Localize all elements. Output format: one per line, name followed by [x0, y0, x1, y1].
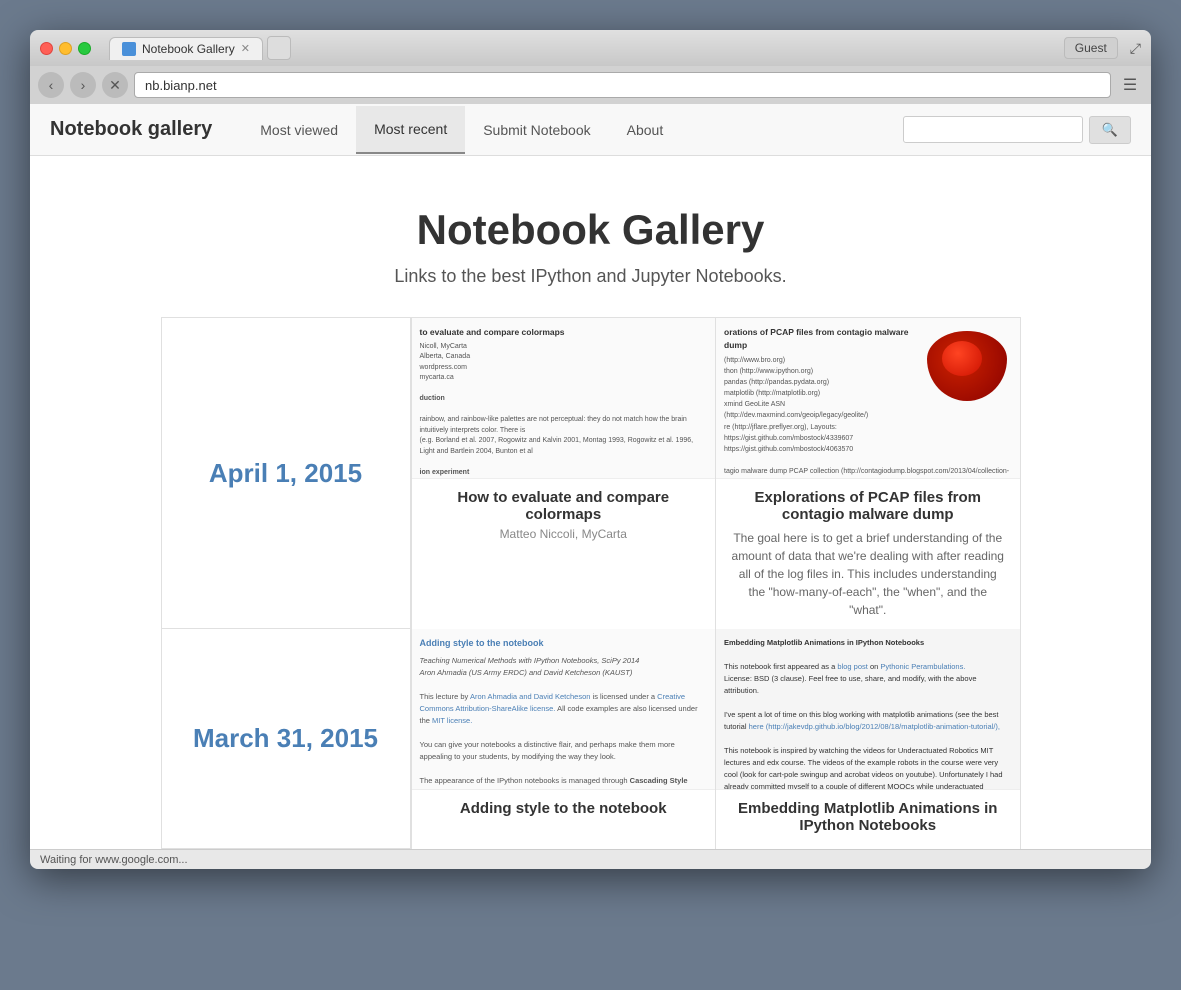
- maximize-button[interactable]: [78, 42, 91, 55]
- nav-most-recent[interactable]: Most recent: [356, 106, 465, 154]
- notebook-style-footer: Adding style to the notebook: [412, 789, 716, 831]
- nav-most-viewed[interactable]: Most viewed: [242, 107, 356, 153]
- date-cell-march: March 31, 2015: [161, 629, 411, 849]
- colormap-author: Matteo Niccoli, MyCarta: [426, 527, 702, 541]
- animations-title: Embedding Matplotlib Animations in IPyth…: [730, 800, 1006, 834]
- colormap-preview-text: Nicoll, MyCarta Alberta, Canada wordpres…: [420, 342, 708, 478]
- menu-icon[interactable]: ☰: [1117, 72, 1143, 98]
- hero-title: Notebook Gallery: [50, 206, 1131, 254]
- notebook-colormap-preview: to evaluate and compare colormaps Nicoll…: [412, 318, 716, 478]
- search-input[interactable]: [903, 116, 1083, 143]
- notebook-colormap[interactable]: to evaluate and compare colormaps Nicoll…: [411, 318, 716, 629]
- notebook-style[interactable]: Adding style to the notebook Teaching Nu…: [411, 629, 716, 849]
- expand-icon[interactable]: ⤢: [1130, 40, 1141, 57]
- tab-close-icon[interactable]: ✕: [241, 42, 250, 55]
- status-bar: Waiting for www.google.com...: [30, 849, 1151, 869]
- pcap-title: Explorations of PCAP files from contagio…: [730, 489, 1006, 523]
- notebook-pcap-preview: orations of PCAP files from contagio mal…: [716, 318, 1020, 478]
- notebook-style-preview: Adding style to the notebook Teaching Nu…: [412, 629, 716, 789]
- back-button[interactable]: ‹: [38, 72, 64, 98]
- pcap-description: The goal here is to get a brief understa…: [730, 529, 1006, 619]
- date-label-april: April 1, 2015: [189, 438, 382, 509]
- date-label-march: March 31, 2015: [173, 703, 398, 774]
- notebook-colormap-footer: How to evaluate and compare colormaps Ma…: [412, 478, 716, 551]
- active-tab[interactable]: Notebook Gallery ✕: [109, 37, 263, 60]
- nav-search: 🔍: [903, 116, 1131, 144]
- tab-bar: Notebook Gallery ✕: [109, 36, 1058, 60]
- browser-window: Notebook Gallery ✕ Guest ⤢ ‹ › ✕ ☰ Noteb…: [30, 30, 1151, 869]
- address-bar: ‹ › ✕ ☰: [30, 66, 1151, 104]
- search-button[interactable]: 🔍: [1089, 116, 1131, 144]
- style-preview-text: Teaching Numerical Methods with IPython …: [420, 655, 708, 790]
- style-preview-heading: Adding style to the notebook: [420, 637, 708, 651]
- nav-submit[interactable]: Submit Notebook: [465, 107, 608, 153]
- notebook-animations-footer: Embedding Matplotlib Animations in IPyth…: [716, 789, 1020, 848]
- close-button[interactable]: [40, 42, 53, 55]
- site-nav: Notebook gallery Most viewed Most recent…: [30, 104, 1151, 156]
- site-logo[interactable]: Notebook gallery: [50, 118, 212, 141]
- nav-about[interactable]: About: [609, 107, 682, 153]
- minimize-button[interactable]: [59, 42, 72, 55]
- date-row-march: March 31, 2015 Adding style to the noteb…: [161, 629, 1021, 849]
- hero-subtitle: Links to the best IPython and Jupyter No…: [50, 266, 1131, 287]
- tab-title: Notebook Gallery: [142, 42, 235, 56]
- date-cell-april: April 1, 2015: [161, 317, 411, 629]
- date-row-april: April 1, 2015 to evaluate and compare co…: [161, 317, 1021, 629]
- animations-preview-text: Embedding Matplotlib Animations in IPyth…: [724, 637, 1012, 789]
- colormap-preview-heading: to evaluate and compare colormaps: [420, 326, 708, 339]
- notebook-pcap[interactable]: orations of PCAP files from contagio mal…: [715, 318, 1020, 629]
- status-text: Waiting for www.google.com...: [40, 854, 188, 866]
- titlebar: Notebook Gallery ✕ Guest ⤢: [30, 30, 1151, 66]
- notebook-pair-march: Adding style to the notebook Teaching Nu…: [411, 629, 1021, 849]
- address-input[interactable]: [134, 72, 1111, 98]
- close-nav-button[interactable]: ✕: [102, 72, 128, 98]
- notebook-pcap-footer: Explorations of PCAP files from contagio…: [716, 478, 1020, 629]
- guest-label: Guest: [1064, 37, 1118, 59]
- notebook-pair-april: to evaluate and compare colormaps Nicoll…: [411, 317, 1021, 629]
- style-title: Adding style to the notebook: [426, 800, 702, 817]
- notebook-animations-preview: Embedding Matplotlib Animations in IPyth…: [716, 629, 1020, 789]
- new-tab-button[interactable]: [267, 36, 291, 60]
- forward-button[interactable]: ›: [70, 72, 96, 98]
- nav-links: Most viewed Most recent Submit Notebook …: [242, 106, 903, 154]
- colormap-title: How to evaluate and compare colormaps: [426, 489, 702, 523]
- tab-favicon: [122, 42, 136, 56]
- notebook-animations[interactable]: Embedding Matplotlib Animations in IPyth…: [715, 629, 1020, 849]
- page-content: Notebook gallery Most viewed Most recent…: [30, 104, 1151, 849]
- hero-section: Notebook Gallery Links to the best IPyth…: [30, 156, 1151, 317]
